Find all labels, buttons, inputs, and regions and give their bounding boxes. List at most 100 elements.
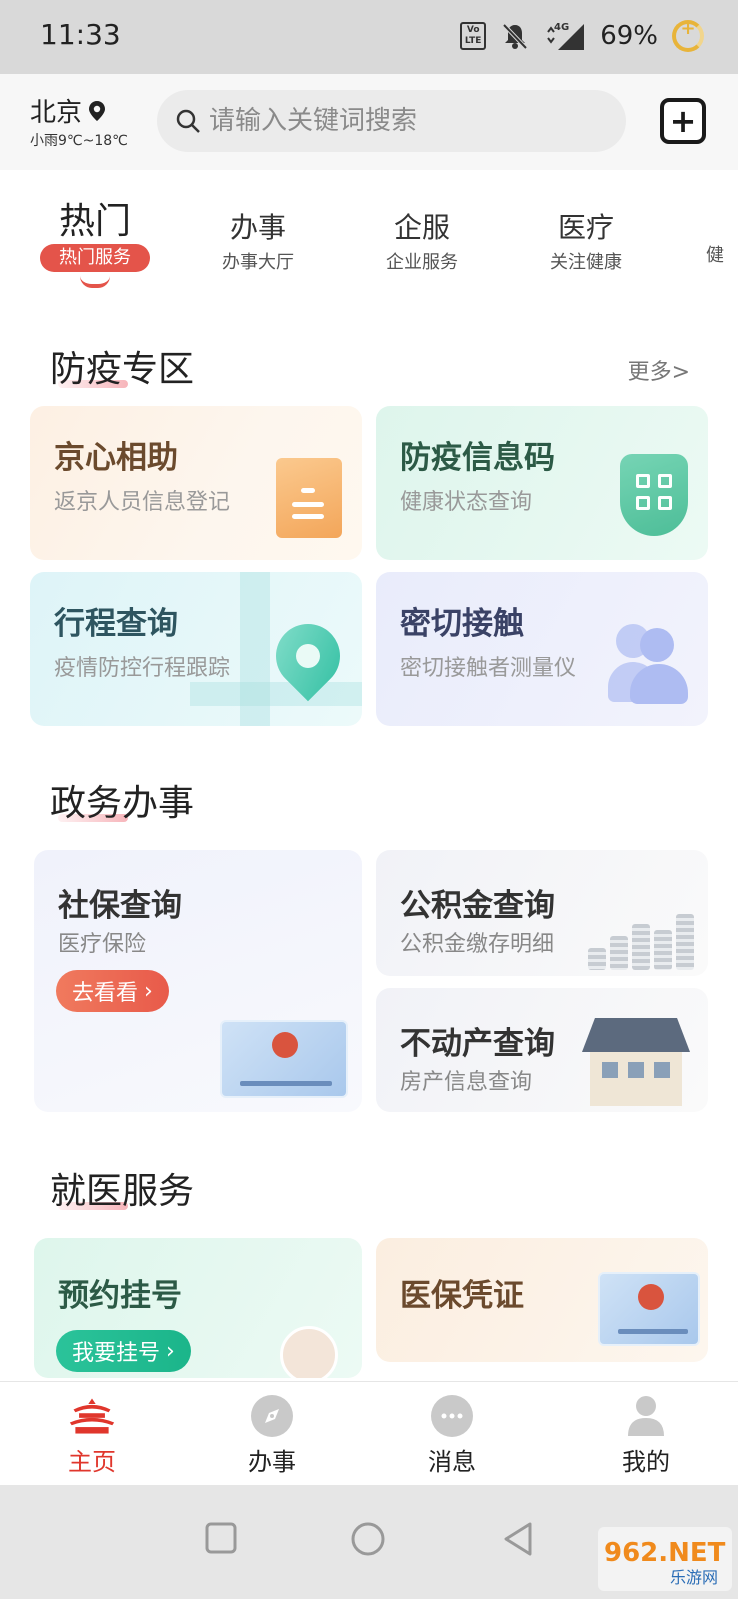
watermark-text: 962.NET	[604, 1538, 726, 1568]
tab-medical[interactable]: 医疗 关注健康	[536, 206, 636, 274]
button-label: 我要挂号	[72, 1341, 161, 1366]
nav-affairs[interactable]: 办事	[212, 1394, 332, 1477]
temple-icon	[68, 1394, 116, 1438]
status-icons: Vo LTE 4G 69%	[460, 16, 704, 56]
app-header: 北京 小雨9℃~18℃ +	[0, 74, 738, 170]
city-selector[interactable]: 北京	[30, 92, 106, 129]
tab-main-label: 医疗	[557, 211, 614, 244]
tab-main-label	[706, 206, 738, 239]
card-close-contact[interactable]: 密切接触 密切接触者测量仪	[376, 572, 708, 726]
signal-4g-icon: 4G	[547, 22, 585, 50]
more-link[interactable]: 更多>	[628, 354, 690, 386]
tab-sub-label: 健	[706, 245, 724, 266]
card-appointment[interactable]: 预约挂号 我要挂号 ›	[34, 1238, 362, 1378]
coins-image	[578, 900, 698, 970]
chat-bubble-icon	[428, 1394, 476, 1438]
card-title: 医保凭证	[400, 1278, 524, 1314]
tab-hot[interactable]: 热门 热门服务	[40, 192, 150, 288]
battery-percent: 69%	[600, 21, 658, 51]
bottom-nav: 主页 办事 消息 我的	[0, 1381, 738, 1485]
section-title-text: 政务办事	[50, 783, 195, 824]
card-subtitle: 返京人员信息登记	[54, 490, 231, 515]
search-input[interactable]	[209, 106, 609, 136]
volte-icon: Vo LTE	[460, 22, 487, 50]
insurance-card-image	[598, 1272, 700, 1346]
tab-sub-label: 企业服务	[386, 252, 458, 273]
card-title: 预约挂号	[58, 1278, 182, 1314]
house-image	[576, 1018, 696, 1108]
card-subtitle: 医疗保险	[58, 932, 147, 957]
card-subtitle: 公积金缴存明细	[400, 932, 555, 957]
doctor-image	[280, 1326, 338, 1378]
status-bar: 11:33 Vo LTE 4G 69%	[0, 0, 738, 74]
category-tabs: 热门 热门服务 办事 办事大厅 企服 企业服务 医疗 关注健康 健	[0, 170, 738, 300]
card-housing-fund[interactable]: 公积金查询 公积金缴存明细	[376, 850, 708, 976]
add-button[interactable]: +	[660, 98, 706, 144]
section-title-text: 就医服务	[50, 1171, 195, 1212]
card-title: 社保查询	[58, 888, 182, 924]
card-title: 行程查询	[54, 606, 178, 642]
card-subtitle: 密切接触者测量仪	[400, 656, 577, 681]
card-subtitle: 疫情防控行程跟踪	[54, 656, 231, 681]
location-pin-icon	[89, 100, 106, 121]
tab-active-indicator	[80, 276, 110, 288]
section-title-epidemic: 防疫专区	[50, 340, 194, 392]
search-icon	[176, 109, 200, 133]
mute-bell-icon	[502, 23, 528, 50]
book-appointment-button[interactable]: 我要挂号 ›	[56, 1330, 191, 1372]
tab-enterprise[interactable]: 企服 企业服务	[372, 206, 472, 274]
tab-main-label: 办事	[229, 211, 286, 244]
card-title: 密切接触	[400, 606, 524, 642]
social-card-image	[220, 1020, 348, 1098]
weather-info: 小雨9℃~18℃	[30, 133, 128, 149]
section-title-medical: 就医服务	[50, 1162, 194, 1214]
card-title: 不动产查询	[400, 1026, 555, 1062]
card-jingxin-help[interactable]: 京心相助 返京人员信息登记	[30, 406, 362, 560]
recents-button[interactable]	[204, 1521, 238, 1555]
status-time: 11:33	[40, 18, 121, 51]
nav-label: 消息	[428, 1448, 476, 1476]
card-health-code[interactable]: 防疫信息码 健康状态查询	[376, 406, 708, 560]
tab-main-label: 热门	[58, 201, 131, 242]
card-title: 防疫信息码	[400, 440, 555, 476]
nav-profile[interactable]: 我的	[586, 1394, 706, 1477]
network-label: 4G	[554, 22, 569, 33]
go-see-button[interactable]: 去看看 ›	[56, 970, 169, 1012]
watermark-logo: 962.NET 乐游网	[598, 1527, 732, 1591]
tab-health-partial[interactable]: 健	[706, 206, 738, 267]
card-subtitle: 房产信息查询	[400, 1070, 533, 1095]
card-real-estate[interactable]: 不动产查询 房产信息查询	[376, 988, 708, 1112]
watermark-sub: 乐游网	[670, 1568, 718, 1587]
chevron-right-icon: ›	[144, 978, 153, 1004]
compass-icon	[248, 1394, 296, 1438]
card-insurance-voucher[interactable]: 医保凭证	[376, 1238, 708, 1362]
document-icon	[264, 458, 342, 546]
back-button[interactable]	[502, 1521, 534, 1557]
chevron-right-icon: ›	[166, 1338, 175, 1364]
card-social-security[interactable]: 社保查询 医疗保险 去看看 ›	[34, 850, 362, 1112]
tab-sub-label: 关注健康	[550, 252, 622, 273]
user-icon	[622, 1394, 670, 1438]
button-label: 去看看	[72, 981, 139, 1006]
tab-affairs[interactable]: 办事 办事大厅	[208, 206, 308, 274]
card-trip-query[interactable]: 行程查询 疫情防控行程跟踪	[30, 572, 362, 726]
nav-label: 主页	[68, 1448, 116, 1476]
qr-shield-icon	[620, 454, 688, 536]
nav-label: 办事	[248, 1448, 296, 1476]
section-title-gov: 政务办事	[50, 774, 194, 826]
tab-main-label: 企服	[393, 211, 450, 244]
nav-messages[interactable]: 消息	[392, 1394, 512, 1477]
search-bar[interactable]	[157, 90, 626, 152]
section-title-text: 防疫专区	[50, 349, 195, 390]
card-title: 公积金查询	[400, 888, 555, 924]
city-name: 北京	[30, 98, 83, 128]
card-title: 京心相助	[54, 440, 178, 476]
nav-home[interactable]: 主页	[32, 1394, 152, 1477]
card-subtitle: 健康状态查询	[400, 490, 533, 515]
tab-sub-label: 办事大厅	[222, 252, 294, 273]
tab-sub-label: 热门服务	[40, 244, 150, 272]
people-icon	[598, 622, 690, 704]
battery-icon	[672, 18, 704, 52]
nav-label: 我的	[622, 1448, 670, 1476]
home-button[interactable]	[350, 1521, 386, 1557]
